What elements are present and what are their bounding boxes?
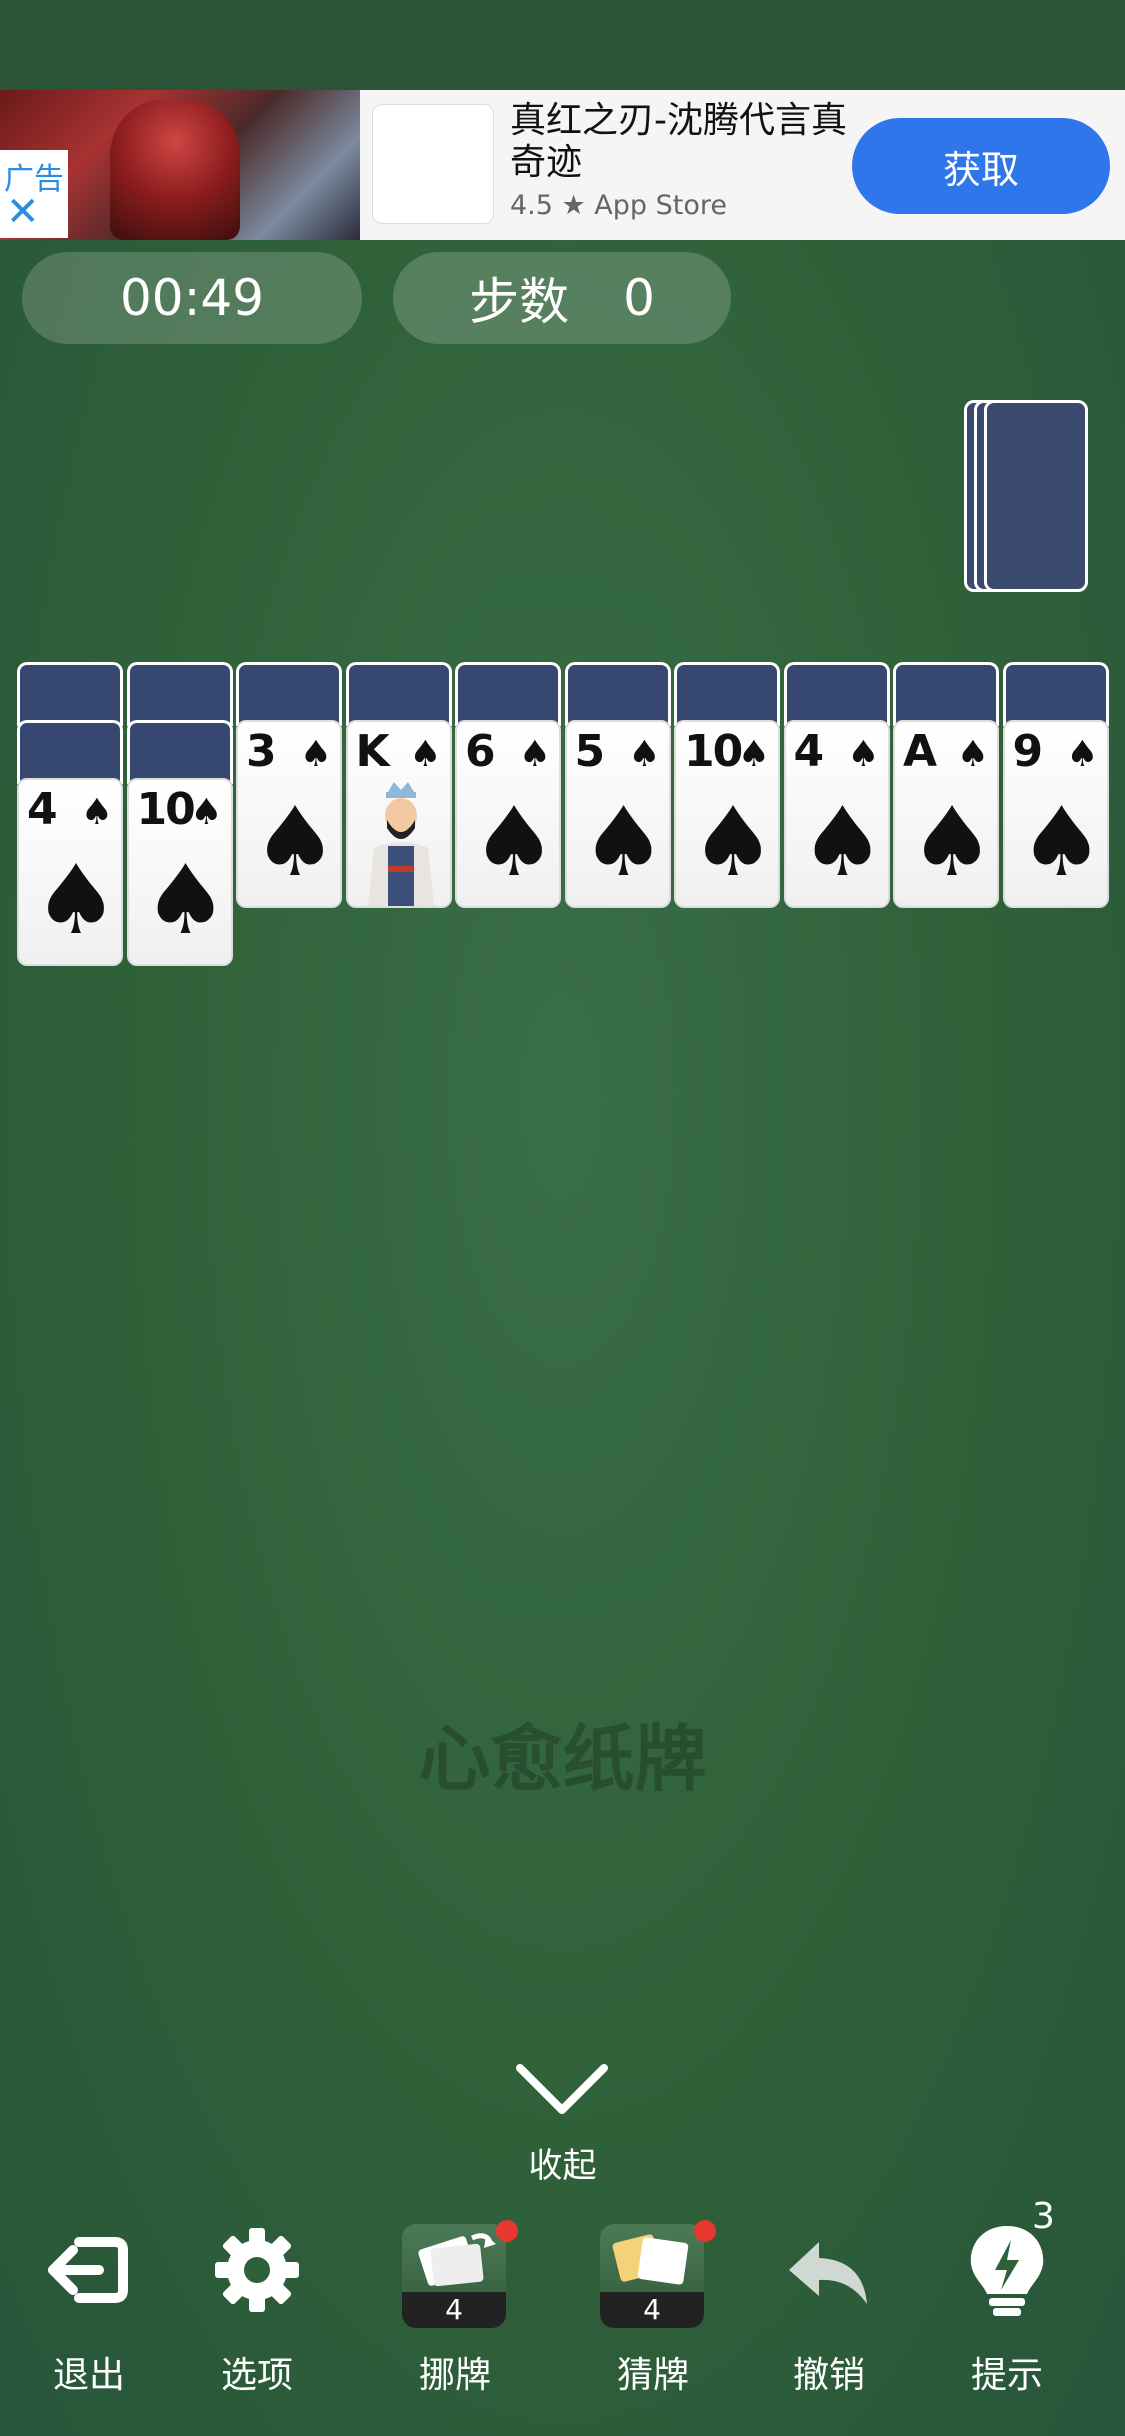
exit-button[interactable]: 退出 <box>14 2220 164 2396</box>
ad-app-icon[interactable] <box>372 104 494 224</box>
options-button[interactable]: 选项 <box>182 2220 332 2396</box>
spade-suit-icon: ♠ <box>847 734 880 775</box>
spade-suit-icon: ♠ <box>628 734 661 775</box>
spade-suit-icon: ♠ <box>518 734 551 775</box>
card-rank: 6 <box>465 726 496 777</box>
card-rank: 3 <box>246 726 277 777</box>
card-rank: 5 <box>574 726 606 777</box>
facedown-card <box>126 662 233 726</box>
facedown-card <box>455 662 561 726</box>
card-rank: 10 <box>684 726 743 777</box>
moves-display: 步数 0 <box>393 252 731 344</box>
facedown-card <box>17 662 123 726</box>
guess-cards-button[interactable]: 4 猜牌 <box>578 2220 728 2396</box>
move-cards-icon: 4 <box>402 2224 506 2328</box>
spade-suit-icon: ♠ <box>142 844 229 956</box>
facedown-card <box>17 720 123 784</box>
spade-suit-icon: ♠ <box>737 734 770 775</box>
facedown-card <box>236 662 342 726</box>
exit-label: 退出 <box>52 2355 125 2396</box>
chevron-down-icon[interactable] <box>512 2060 612 2120</box>
undo-label: 撤销 <box>792 2355 865 2396</box>
card-rank: K <box>355 726 390 777</box>
notification-dot <box>496 2220 518 2242</box>
guess-cards-icon: 4 <box>600 2224 704 2328</box>
playing-card[interactable]: 10 ♠ ♠ <box>126 778 233 966</box>
spade-suit-icon: ♠ <box>409 734 442 775</box>
playing-card[interactable]: 9 ♠ ♠ <box>1002 720 1109 908</box>
ad-tag: 广告 ✕ <box>0 150 68 238</box>
gear-icon <box>215 2228 299 2312</box>
spade-suit-icon: ♠ <box>909 786 996 898</box>
playing-card[interactable]: A ♠ ♠ <box>893 720 999 908</box>
undo-button[interactable]: 撤销 <box>754 2220 904 2396</box>
collapse-label[interactable]: 收起 <box>0 2138 1125 2187</box>
spade-suit-icon: ♠ <box>799 786 886 898</box>
facedown-card <box>564 662 671 726</box>
playing-card[interactable]: 4 ♠ ♠ <box>783 720 890 908</box>
spade-suit-icon: ♠ <box>690 786 777 898</box>
playing-card[interactable]: 5 ♠ ♠ <box>564 720 671 908</box>
spade-suit-icon: ♠ <box>33 844 120 956</box>
guess-cards-label: 猜牌 <box>616 2355 689 2396</box>
hint-count: 3 <box>1032 2196 1055 2237</box>
facedown-card <box>345 662 452 726</box>
card-rank: 10 <box>136 784 196 835</box>
spade-suit-icon: ♠ <box>80 792 113 833</box>
spade-suit-icon: ♠ <box>956 734 989 775</box>
facedown-card <box>126 720 233 784</box>
ad-banner[interactable]: 广告 ✕ 真红之刃-沈腾代言真奇迹 4.5 ★ App Store 获取 <box>0 90 1125 240</box>
spade-suit-icon: ♠ <box>580 786 667 898</box>
playing-card[interactable]: 6 ♠ ♠ <box>455 720 561 908</box>
timer-display: 00:49 <box>22 252 362 344</box>
moves-value: 0 <box>623 269 655 327</box>
guess-cards-count: 4 <box>600 2292 704 2328</box>
timer-value: 00:49 <box>119 269 265 327</box>
ad-title[interactable]: 真红之刃-沈腾代言真奇迹 <box>510 100 850 184</box>
ad-rating: 4.5 ★ App Store <box>510 190 728 221</box>
game-logo-watermark: 心愈纸牌 <box>418 1717 707 1801</box>
spade-suit-icon: ♠ <box>1066 734 1099 775</box>
options-label: 选项 <box>220 2355 293 2396</box>
card-rank: 4 <box>793 726 825 777</box>
card-rank: 4 <box>27 784 58 835</box>
move-cards-button[interactable]: 4 挪牌 <box>380 2220 530 2396</box>
facedown-card <box>1002 662 1109 726</box>
facedown-card <box>783 662 890 726</box>
playing-card[interactable]: 3 ♠ ♠ <box>236 720 342 908</box>
playing-card[interactable]: K ♠ <box>345 720 452 908</box>
spade-suit-icon: ♠ <box>1018 786 1105 898</box>
exit-icon <box>48 2237 128 2303</box>
ad-get-button[interactable]: 获取 <box>852 118 1110 214</box>
close-icon[interactable]: ✕ <box>6 192 40 232</box>
stock-pile[interactable] <box>964 400 1100 592</box>
playing-card[interactable]: 4 ♠ ♠ <box>17 778 123 966</box>
hint-label: 提示 <box>970 2355 1043 2396</box>
moves-label: 步数 <box>469 273 570 331</box>
spade-suit-icon: ♠ <box>252 786 339 898</box>
top-bar <box>0 0 1125 90</box>
facedown-card <box>893 662 999 726</box>
card-rank: 9 <box>1012 726 1044 777</box>
king-face-icon <box>367 782 434 906</box>
stock-card[interactable] <box>984 400 1088 592</box>
card-rank: A <box>903 726 937 777</box>
move-cards-count: 4 <box>402 2292 506 2328</box>
undo-arrow-icon <box>789 2242 867 2304</box>
spade-suit-icon: ♠ <box>471 786 558 898</box>
notification-dot <box>694 2220 716 2242</box>
spade-suit-icon: ♠ <box>190 792 223 833</box>
facedown-card <box>674 662 780 726</box>
spade-suit-icon: ♠ <box>299 734 332 775</box>
hint-button[interactable]: 3 提示 <box>932 2196 1082 2396</box>
move-cards-label: 挪牌 <box>418 2355 491 2396</box>
playing-card[interactable]: 10 ♠ ♠ <box>674 720 780 908</box>
